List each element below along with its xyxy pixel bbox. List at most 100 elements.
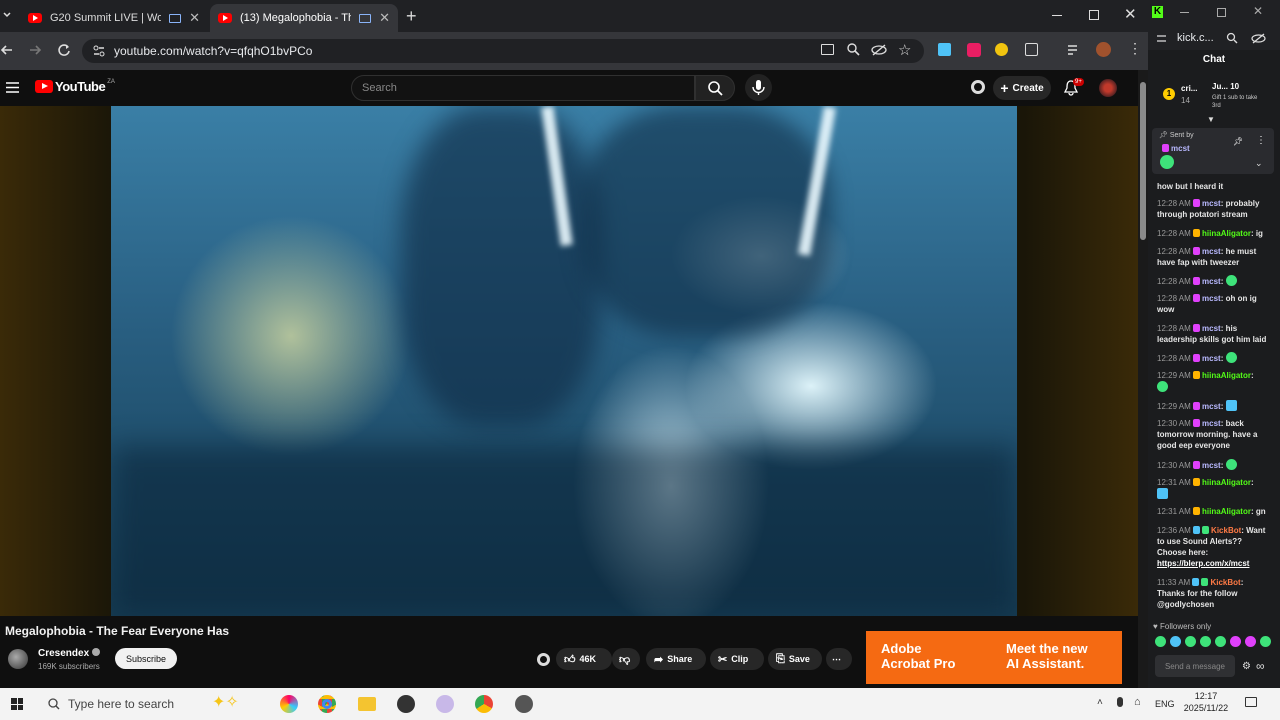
channel-name[interactable]: Cresendex bbox=[38, 648, 100, 659]
extension-icon[interactable] bbox=[967, 43, 981, 57]
dislike-button[interactable]: 👎︎ bbox=[612, 648, 640, 670]
emote-icon bbox=[1157, 488, 1168, 499]
chat-infinity-icon[interactable]: ∞ bbox=[1256, 659, 1265, 673]
snipping-tool-icon[interactable] bbox=[436, 695, 454, 713]
scrollbar-thumb[interactable] bbox=[1140, 82, 1146, 240]
youtube-favicon-icon bbox=[28, 13, 42, 23]
pinned-user: mcst bbox=[1162, 144, 1190, 153]
side-close-icon[interactable]: ✕ bbox=[1253, 4, 1263, 18]
taskbar-search[interactable]: Type here to search bbox=[40, 689, 200, 719]
hamburger-menu-icon[interactable] bbox=[6, 82, 19, 93]
forward-arrow-icon[interactable] bbox=[28, 43, 42, 57]
network-icon[interactable]: ⌂ bbox=[1134, 696, 1141, 708]
youtube-logo-text: YouTube bbox=[55, 79, 106, 94]
kick-logo-icon[interactable]: K bbox=[1152, 6, 1163, 18]
chat-message-input[interactable]: Send a message bbox=[1155, 655, 1235, 677]
save-button[interactable]: ⎘ Save bbox=[768, 648, 822, 670]
pin-icon[interactable]: 📌︎ bbox=[1233, 137, 1243, 146]
media-control-icon[interactable] bbox=[1067, 44, 1081, 56]
more-actions-button[interactable]: ⋯ bbox=[826, 648, 852, 670]
chat-message: 12:29 AM hiinaAligator: bbox=[1157, 370, 1273, 393]
chat-message: 12:28 AM mcst: bbox=[1157, 352, 1273, 364]
subscribe-button[interactable]: Subscribe bbox=[115, 648, 177, 669]
chrome-icon[interactable] bbox=[318, 695, 336, 713]
emote-icon bbox=[1260, 636, 1271, 647]
channel-avatar[interactable] bbox=[8, 649, 28, 669]
clip-label: Clip bbox=[731, 654, 749, 664]
side-maximize-icon[interactable] bbox=[1217, 8, 1226, 17]
search-highlight-icon[interactable]: ✦✧ bbox=[212, 692, 239, 712]
system-clock[interactable]: 12:17 2025/11/22 bbox=[1178, 690, 1234, 714]
emote-bar[interactable] bbox=[1155, 636, 1273, 650]
clip-button[interactable]: ✂ Clip bbox=[710, 648, 764, 670]
blerp-link[interactable]: https://blerp.com/x/mcst bbox=[1157, 559, 1249, 568]
leaderboard-rank-badge: 1 bbox=[1163, 88, 1175, 100]
file-explorer-icon[interactable] bbox=[358, 697, 376, 711]
site-info-icon[interactable] bbox=[92, 44, 106, 58]
chrome-profile-icon[interactable] bbox=[475, 695, 493, 713]
share-button[interactable]: ➦ Share bbox=[646, 648, 706, 670]
chat-settings-icon[interactable]: ⚙ bbox=[1242, 661, 1251, 672]
zoom-icon[interactable] bbox=[1226, 32, 1238, 44]
tray-chevron-icon[interactable]: ˄ bbox=[1097, 697, 1103, 708]
extension-icon[interactable] bbox=[938, 43, 951, 56]
tab-title: (13) Megalophobia - The Fe bbox=[240, 12, 351, 24]
profile-avatar[interactable] bbox=[1096, 42, 1111, 57]
browser-menu-icon[interactable]: ⋮ bbox=[1128, 40, 1142, 57]
extensions-puzzle-icon[interactable] bbox=[1025, 43, 1038, 56]
video-frame[interactable] bbox=[111, 106, 1017, 616]
subscriber-count: 169K subscribers bbox=[38, 662, 100, 671]
chat-message: 12:28 AM hiinaAligator: ig bbox=[1157, 229, 1263, 238]
emote-icon bbox=[1225, 400, 1237, 411]
youtube-logo[interactable]: YouTube ZA bbox=[35, 79, 115, 94]
extension-icon[interactable] bbox=[995, 43, 1008, 56]
ad-right-text: Meet the new AI Assistant. bbox=[1006, 641, 1088, 671]
zoom-icon[interactable] bbox=[847, 43, 860, 56]
microphone-tray-icon[interactable] bbox=[1117, 697, 1123, 707]
gift-goal-text: Gift 1 sub to take 3rd bbox=[1212, 95, 1258, 109]
install-app-icon[interactable] bbox=[821, 44, 834, 55]
close-window-icon[interactable]: ✕ bbox=[1124, 5, 1137, 23]
back-arrow-icon[interactable] bbox=[0, 43, 14, 57]
tab-search-chevron-icon[interactable] bbox=[2, 10, 12, 20]
like-button[interactable]: 👍︎ 46K bbox=[556, 648, 612, 670]
create-button[interactable]: + Create bbox=[993, 76, 1051, 100]
new-tab-button[interactable]: + bbox=[406, 6, 417, 27]
extension-gear-icon[interactable] bbox=[537, 653, 550, 666]
windows-start-icon[interactable] bbox=[11, 698, 23, 710]
plus-icon: + bbox=[1000, 80, 1009, 96]
notification-center-icon[interactable] bbox=[1245, 697, 1257, 707]
verified-check-icon bbox=[91, 648, 100, 656]
browser-tab-megalophobia[interactable]: (13) Megalophobia - The Fe ✕ bbox=[210, 4, 398, 32]
copilot-icon[interactable] bbox=[280, 695, 298, 713]
app-icon[interactable] bbox=[515, 695, 533, 713]
ad-banner[interactable]: Adobe Acrobat Pro Meet the new AI Assist… bbox=[866, 631, 1122, 684]
notification-count-badge: 9+ bbox=[1073, 78, 1084, 86]
close-tab-icon[interactable]: ✕ bbox=[379, 10, 390, 26]
maximize-icon[interactable] bbox=[1089, 10, 1099, 20]
obs-icon[interactable] bbox=[397, 695, 415, 713]
browser-tab-g20[interactable]: G20 Summit LIVE | World Le ✕ bbox=[20, 4, 208, 32]
expand-chevron-icon[interactable]: ⌄ bbox=[1255, 158, 1263, 169]
extension-gear-icon[interactable] bbox=[971, 80, 985, 94]
collapse-chevron-icon[interactable]: ▼ bbox=[1207, 115, 1215, 124]
language-indicator[interactable]: ENG bbox=[1155, 699, 1175, 709]
side-minimize-icon[interactable] bbox=[1180, 12, 1189, 13]
site-info-icon[interactable] bbox=[1156, 33, 1167, 44]
close-tab-icon[interactable]: ✕ bbox=[189, 10, 200, 26]
eye-slash-icon[interactable] bbox=[871, 44, 887, 56]
leaderboard-user[interactable]: cri... bbox=[1181, 84, 1197, 93]
emote-icon bbox=[1225, 352, 1237, 363]
minimize-icon[interactable] bbox=[1052, 15, 1062, 16]
bookmark-star-icon[interactable]: ☆ bbox=[898, 41, 911, 59]
pinned-menu-icon[interactable]: ⋮ bbox=[1256, 135, 1266, 146]
thumbs-down-icon: 👎︎ bbox=[619, 653, 631, 666]
eye-slash-icon[interactable] bbox=[1251, 33, 1266, 44]
voice-search-button[interactable] bbox=[745, 74, 772, 101]
gift-goal-top: Ju... 10 bbox=[1212, 82, 1240, 91]
reload-icon[interactable] bbox=[57, 43, 71, 57]
search-input[interactable]: Search bbox=[351, 75, 695, 101]
account-avatar[interactable] bbox=[1099, 79, 1117, 97]
casting-icon bbox=[359, 13, 372, 23]
search-button[interactable] bbox=[695, 75, 735, 101]
